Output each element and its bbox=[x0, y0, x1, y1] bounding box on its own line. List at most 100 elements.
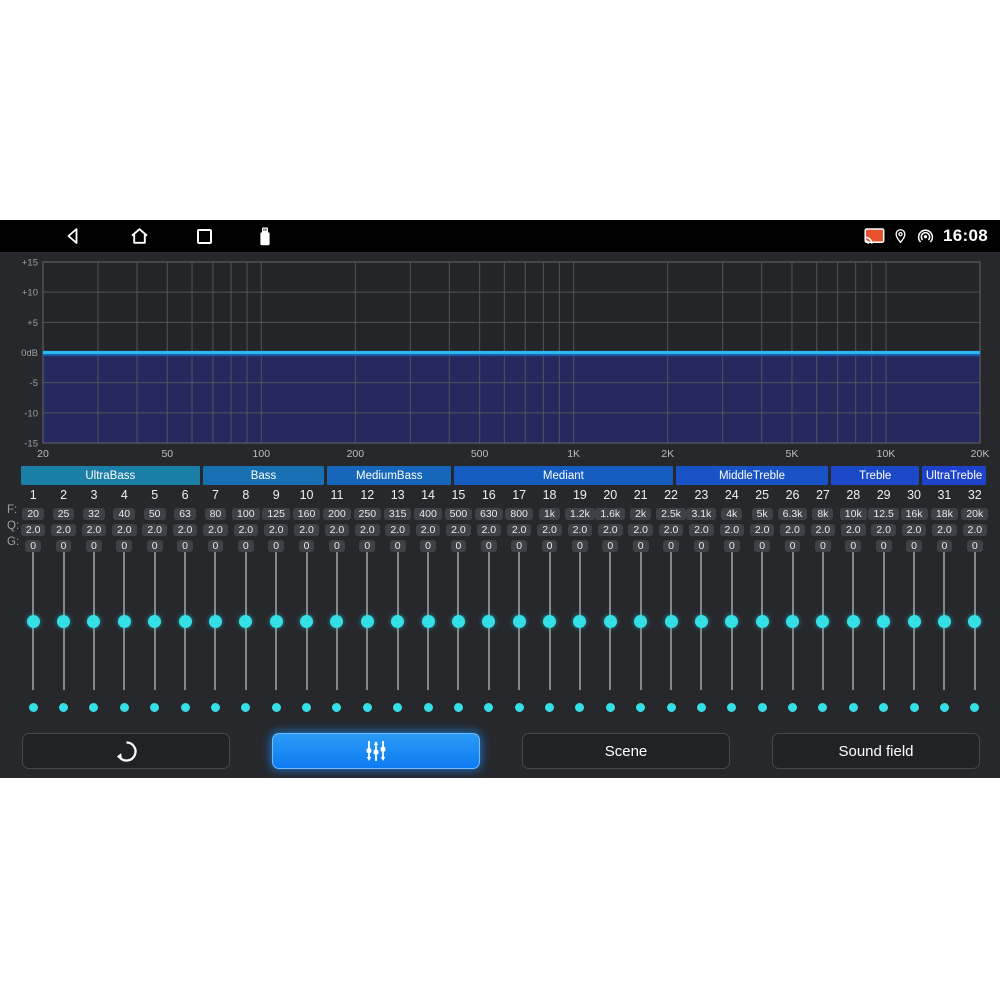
slider-knob[interactable] bbox=[847, 615, 860, 628]
gain-value[interactable]: 0 bbox=[420, 540, 436, 552]
gain-value[interactable]: 0 bbox=[937, 540, 953, 552]
gain-value[interactable]: 0 bbox=[25, 540, 41, 552]
freq-value[interactable]: 800 bbox=[505, 508, 533, 520]
slider-knob[interactable] bbox=[877, 615, 890, 628]
q-value[interactable]: 2.0 bbox=[142, 524, 167, 536]
freq-value[interactable]: 10k bbox=[840, 508, 867, 520]
slider-knob[interactable] bbox=[300, 615, 313, 628]
freq-value[interactable]: 63 bbox=[174, 508, 196, 520]
q-value[interactable]: 2.0 bbox=[689, 524, 714, 536]
q-value[interactable]: 2.0 bbox=[598, 524, 623, 536]
reset-button[interactable] bbox=[22, 733, 230, 769]
q-value[interactable]: 2.0 bbox=[355, 524, 380, 536]
q-value[interactable]: 2.0 bbox=[203, 524, 228, 536]
q-value[interactable]: 2.0 bbox=[963, 524, 988, 536]
slider-knob[interactable] bbox=[452, 615, 465, 628]
slider-knob[interactable] bbox=[543, 615, 556, 628]
slider-knob[interactable] bbox=[57, 615, 70, 628]
slider-knob[interactable] bbox=[270, 615, 283, 628]
freq-value[interactable]: 4k bbox=[721, 508, 742, 520]
slider-knob[interactable] bbox=[209, 615, 222, 628]
slider-knob[interactable] bbox=[148, 615, 161, 628]
q-value[interactable]: 2.0 bbox=[902, 524, 927, 536]
q-value[interactable]: 2.0 bbox=[841, 524, 866, 536]
gain-value[interactable]: 0 bbox=[56, 540, 72, 552]
q-value[interactable]: 2.0 bbox=[294, 524, 319, 536]
scene-button[interactable]: Scene bbox=[522, 733, 730, 769]
gain-value[interactable]: 0 bbox=[754, 540, 770, 552]
freq-value[interactable]: 2.5k bbox=[656, 508, 686, 520]
gain-value[interactable]: 0 bbox=[359, 540, 375, 552]
gain-value[interactable]: 0 bbox=[390, 540, 406, 552]
gain-value[interactable]: 0 bbox=[329, 540, 345, 552]
usb-device-icon[interactable] bbox=[259, 227, 271, 246]
freq-value[interactable]: 400 bbox=[414, 508, 442, 520]
slider-knob[interactable] bbox=[634, 615, 647, 628]
freq-value[interactable]: 80 bbox=[205, 508, 227, 520]
freq-value[interactable]: 40 bbox=[113, 508, 135, 520]
q-value[interactable]: 2.0 bbox=[325, 524, 350, 536]
slider-knob[interactable] bbox=[908, 615, 921, 628]
freq-value[interactable]: 160 bbox=[293, 508, 321, 520]
freq-value[interactable]: 6.3k bbox=[778, 508, 808, 520]
slider-knob[interactable] bbox=[422, 615, 435, 628]
gain-value[interactable]: 0 bbox=[268, 540, 284, 552]
gain-value[interactable]: 0 bbox=[815, 540, 831, 552]
gain-value[interactable]: 0 bbox=[116, 540, 132, 552]
gain-value[interactable]: 0 bbox=[785, 540, 801, 552]
slider-knob[interactable] bbox=[725, 615, 738, 628]
freq-value[interactable]: 12.5 bbox=[868, 508, 898, 520]
gain-value[interactable]: 0 bbox=[967, 540, 983, 552]
freq-value[interactable]: 20 bbox=[22, 508, 44, 520]
slider-knob[interactable] bbox=[239, 615, 252, 628]
gain-value[interactable]: 0 bbox=[663, 540, 679, 552]
freq-value[interactable]: 8k bbox=[812, 508, 833, 520]
slider-knob[interactable] bbox=[938, 615, 951, 628]
slider-knob[interactable] bbox=[756, 615, 769, 628]
slider-knob[interactable] bbox=[816, 615, 829, 628]
slider-knob[interactable] bbox=[361, 615, 374, 628]
freq-value[interactable]: 20k bbox=[961, 508, 988, 520]
freq-value[interactable]: 16k bbox=[901, 508, 928, 520]
q-value[interactable]: 2.0 bbox=[659, 524, 684, 536]
gain-value[interactable]: 0 bbox=[86, 540, 102, 552]
gain-value[interactable]: 0 bbox=[238, 540, 254, 552]
gain-value[interactable]: 0 bbox=[906, 540, 922, 552]
freq-value[interactable]: 125 bbox=[262, 508, 290, 520]
gain-value[interactable]: 0 bbox=[177, 540, 193, 552]
q-value[interactable]: 2.0 bbox=[112, 524, 137, 536]
q-value[interactable]: 2.0 bbox=[21, 524, 46, 536]
freq-value[interactable]: 100 bbox=[232, 508, 260, 520]
slider-knob[interactable] bbox=[179, 615, 192, 628]
recents-icon[interactable] bbox=[196, 228, 213, 245]
back-icon[interactable] bbox=[63, 226, 83, 246]
slider-knob[interactable] bbox=[786, 615, 799, 628]
q-value[interactable]: 2.0 bbox=[477, 524, 502, 536]
gain-value[interactable]: 0 bbox=[511, 540, 527, 552]
q-value[interactable]: 2.0 bbox=[173, 524, 198, 536]
slider-knob[interactable] bbox=[118, 615, 131, 628]
gain-value[interactable]: 0 bbox=[299, 540, 315, 552]
slider-knob[interactable] bbox=[513, 615, 526, 628]
q-value[interactable]: 2.0 bbox=[537, 524, 562, 536]
q-value[interactable]: 2.0 bbox=[628, 524, 653, 536]
freq-value[interactable]: 18k bbox=[931, 508, 958, 520]
gain-value[interactable]: 0 bbox=[147, 540, 163, 552]
q-value[interactable]: 2.0 bbox=[51, 524, 76, 536]
slider-knob[interactable] bbox=[604, 615, 617, 628]
q-value[interactable]: 2.0 bbox=[82, 524, 107, 536]
gain-value[interactable]: 0 bbox=[572, 540, 588, 552]
gain-value[interactable]: 0 bbox=[451, 540, 467, 552]
q-value[interactable]: 2.0 bbox=[811, 524, 836, 536]
slider-knob[interactable] bbox=[695, 615, 708, 628]
freq-value[interactable]: 3.1k bbox=[686, 508, 716, 520]
freq-value[interactable]: 200 bbox=[323, 508, 351, 520]
q-value[interactable]: 2.0 bbox=[932, 524, 957, 536]
gain-value[interactable]: 0 bbox=[694, 540, 710, 552]
freq-value[interactable]: 5k bbox=[752, 508, 773, 520]
q-value[interactable]: 2.0 bbox=[234, 524, 259, 536]
freq-value[interactable]: 315 bbox=[384, 508, 412, 520]
gain-value[interactable]: 0 bbox=[602, 540, 618, 552]
slider-knob[interactable] bbox=[27, 615, 40, 628]
freq-value[interactable]: 1.6k bbox=[595, 508, 625, 520]
